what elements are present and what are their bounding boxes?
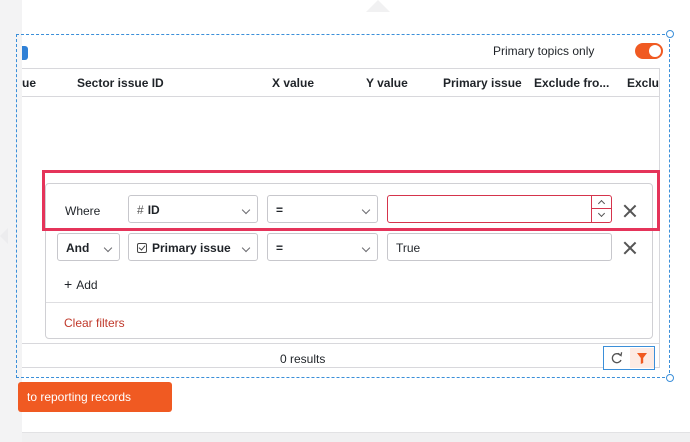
bottom-edge-panel [22, 432, 690, 442]
decorative-left-arrow [0, 228, 8, 244]
decorative-triangle [366, 0, 390, 12]
primary-action-button[interactable]: to reporting records [18, 382, 172, 412]
resize-handle[interactable] [666, 374, 674, 382]
resize-handle[interactable] [666, 30, 674, 38]
selection-frame [16, 34, 670, 378]
primary-action-label: to reporting records [27, 390, 132, 404]
